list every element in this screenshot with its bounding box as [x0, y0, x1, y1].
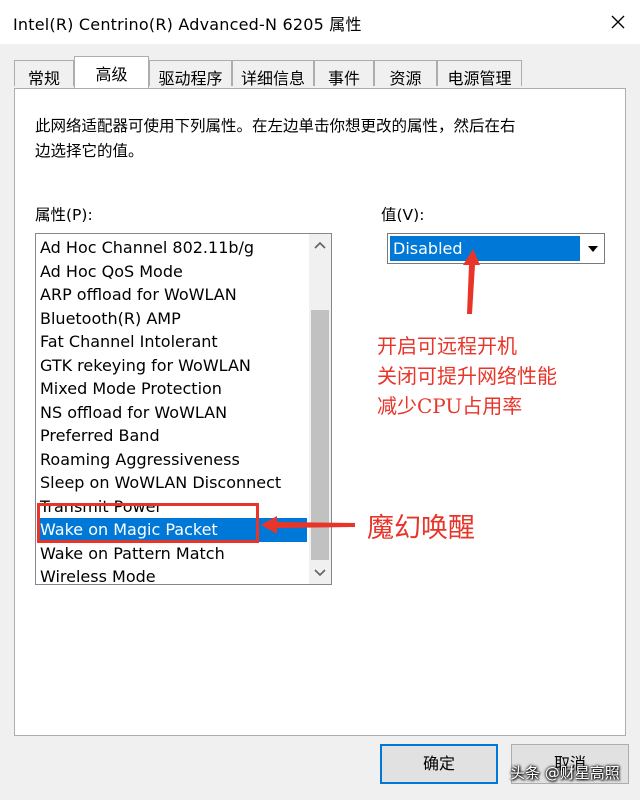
- description-line-2: 边选择它的值。: [35, 142, 144, 160]
- list-item[interactable]: Wireless Mode: [37, 565, 307, 584]
- tab-strip: 常规 高级 驱动程序 详细信息 事件 资源 电源管理: [14, 56, 634, 88]
- tab-power-management[interactable]: 电源管理: [437, 60, 522, 88]
- triangle-down-icon: [588, 245, 598, 252]
- watermark-text: 头条 @财星高照: [510, 764, 620, 782]
- ok-button[interactable]: 确定: [380, 744, 498, 784]
- list-item[interactable]: Roaming Aggressiveness: [37, 448, 307, 472]
- list-item[interactable]: Ad Hoc QoS Mode: [37, 260, 307, 284]
- scroll-thumb[interactable]: [311, 310, 329, 560]
- value-dropdown-selected: Disabled: [390, 236, 580, 261]
- tab-driver[interactable]: 驱动程序: [149, 60, 232, 88]
- value-note-line-1: 开启可远程开机: [377, 334, 517, 358]
- title-bar: Intel(R) Centrino(R) Advanced-N 6205 属性: [0, 0, 640, 44]
- chevron-up-icon: [314, 241, 326, 249]
- property-label: 属性(P):: [35, 206, 93, 224]
- chevron-down-icon: [314, 569, 326, 577]
- advanced-tab-panel: 此网络适配器可使用下列属性。在左边单击你想更改的属性，然后在右 边选择它的值。 …: [14, 88, 626, 736]
- value-dropdown[interactable]: Disabled: [387, 233, 605, 264]
- list-item[interactable]: ARP offload for WoWLAN: [37, 283, 307, 307]
- tab-advanced[interactable]: 高级: [74, 56, 149, 88]
- value-label: 值(V):: [381, 206, 425, 224]
- value-annotation-note: 开启可远程开机 关闭可提升网络性能 减少CPU占用率: [377, 331, 557, 421]
- close-button[interactable]: [596, 0, 640, 44]
- description-text: 此网络适配器可使用下列属性。在左边单击你想更改的属性，然后在右 边选择它的值。: [35, 114, 575, 164]
- property-scrollbar[interactable]: [309, 234, 331, 584]
- tab-resources[interactable]: 资源: [374, 60, 437, 88]
- annotation-highlight-box: [37, 503, 259, 543]
- value-note-line-3: 减少CPU占用率: [377, 394, 523, 418]
- value-note-line-2: 关闭可提升网络性能: [377, 364, 557, 388]
- scroll-up-button[interactable]: [309, 234, 331, 256]
- list-item[interactable]: Bluetooth(R) AMP: [37, 307, 307, 331]
- dropdown-arrow-button[interactable]: [582, 234, 604, 263]
- tab-general[interactable]: 常规: [14, 60, 74, 88]
- close-icon: [611, 15, 625, 29]
- list-item[interactable]: Mixed Mode Protection: [37, 377, 307, 401]
- window-title: Intel(R) Centrino(R) Advanced-N 6205 属性: [13, 15, 362, 34]
- list-item[interactable]: Fat Channel Intolerant: [37, 330, 307, 354]
- tab-details[interactable]: 详细信息: [232, 60, 314, 88]
- list-item[interactable]: Sleep on WoWLAN Disconnect: [37, 471, 307, 495]
- list-item[interactable]: Ad Hoc Channel 802.11b/g: [37, 236, 307, 260]
- list-item[interactable]: NS offload for WoWLAN: [37, 401, 307, 425]
- list-item[interactable]: Preferred Band: [37, 424, 307, 448]
- magic-packet-annotation: 魔幻唤醒: [367, 513, 475, 544]
- tab-events[interactable]: 事件: [314, 60, 374, 88]
- list-item[interactable]: Wake on Pattern Match: [37, 542, 307, 566]
- description-line-1: 此网络适配器可使用下列属性。在左边单击你想更改的属性，然后在右: [35, 117, 516, 135]
- list-item[interactable]: GTK rekeying for WoWLAN: [37, 354, 307, 378]
- scroll-down-button[interactable]: [309, 562, 331, 584]
